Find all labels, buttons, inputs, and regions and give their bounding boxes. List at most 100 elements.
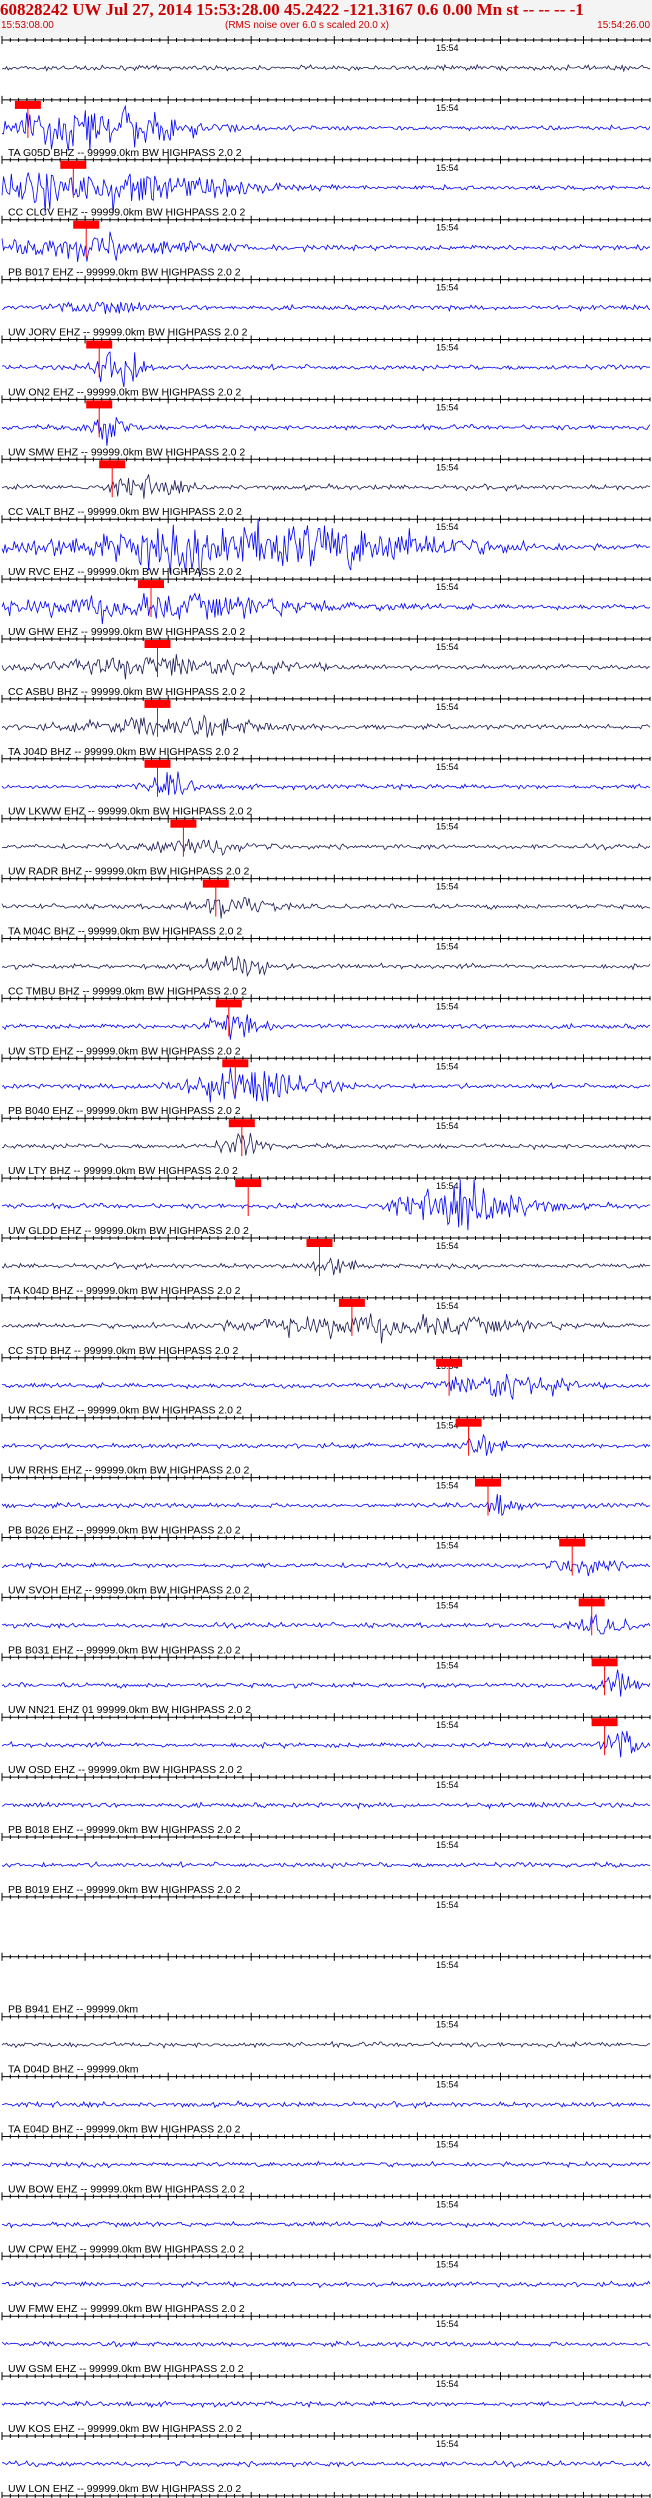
station-label: UW SMW EHZ -- 99999.0km BW HIGHPASS 2.0 … <box>8 446 245 458</box>
trace-row: 15:54 TA J04D BHZ -- 99999.0km BW HIGHPAS… <box>1 694 651 758</box>
trace-row: 15:54 CC ASBU BHZ -- 99999.0km BW HIGHPAS… <box>1 635 651 698</box>
station-label: UW GLDD EHZ -- 99999.0km BW HIGHPASS 2.0… <box>8 1225 249 1237</box>
seismogram-panel: 15:54 15:54 TA G05D BHZ -- 99999.0km BW HI… <box>0 0 652 2498</box>
minute-label: 15:54 <box>436 223 459 233</box>
station-label: UW LTY BHZ -- 99999.0km BW HIGHPASS 2.0 … <box>8 1165 238 1177</box>
minute-label: 15:54 <box>436 1481 459 1491</box>
station-label: PB B040 EHZ -- 99999.0km BW HIGHPASS 2.0… <box>8 1105 241 1117</box>
waveform <box>1 1801 651 1810</box>
trace-row: 15:54 UW LTY BHZ -- 99999.0km BW HIGHPASS… <box>1 1114 651 1177</box>
trace-row: 15:54 UW LKWW EHZ -- 99999.0km BW HIGHPAS… <box>1 754 651 818</box>
pick-flag <box>475 1478 501 1487</box>
station-label: TA M04C BHZ -- 99999.0km BW HIGHPASS 2.0… <box>8 926 242 938</box>
trace-row: 15:54 TA M04C BHZ -- 99999.0km BW HIGHPAS… <box>1 874 651 938</box>
trace-row: 15:54 PB B019 EHZ -- 99999.0km BW HIGHPAS… <box>1 1833 651 1896</box>
waveform <box>1 2220 651 2229</box>
pick-flag <box>222 1059 249 1068</box>
trace-row: 15:54 UW LON EHZ -- 99999.0km BW HIGHPASS… <box>1 2432 651 2495</box>
waveform <box>2 2100 651 2110</box>
trace-row: 15:54 CC CLCV EHZ -- 99999.0km BW HIGHPAS… <box>1 155 651 219</box>
station-label: PB B019 EHZ -- 99999.0km BW HIGHPASS 2.0… <box>8 1884 241 1896</box>
minute-label: 15:54 <box>436 2439 459 2449</box>
minute-label: 15:54 <box>436 2319 459 2329</box>
waveform <box>2 1014 651 1040</box>
minute-label: 15:54 <box>436 702 459 712</box>
station-label: CC STD BHZ -- 99999.0km BW HIGHPASS 2.0 … <box>8 1345 238 1357</box>
station-label: CC TMBU BHZ -- 99999.0km BW HIGHPASS 2.0… <box>8 985 247 997</box>
station-label: UW FMW EHZ -- 99999.0km BW HIGHPASS 2.0 … <box>8 2303 245 2315</box>
waveform <box>1 1313 651 1344</box>
pick-flag <box>436 1358 463 1367</box>
trace-row: 15:54 UW SMW EHZ -- 99999.0km BW HIGHPASS… <box>1 395 651 458</box>
trace-row: 15:54 UW STD EHZ -- 99999.0km BW HIGHPASS… <box>1 994 651 1057</box>
waveform <box>1 63 651 73</box>
waveform <box>1 2160 651 2169</box>
waveform <box>1 1613 651 1635</box>
pick-flag <box>215 999 242 1008</box>
waveform <box>1 1373 651 1400</box>
pick-flag <box>60 160 87 169</box>
trace-canvas: 15:54 15:54 TA G05D BHZ -- 99999.0km BW HI… <box>1 36 651 2498</box>
trace-row: 15:54 UW GHW EHZ -- 99999.0km BW HIGHPASS… <box>1 575 651 638</box>
minute-label: 15:54 <box>436 1541 459 1551</box>
station-label: UW KOS EHZ -- 99999.0km BW HIGHPASS 2.0 … <box>8 2423 242 2435</box>
station-label: UW SVOH EHZ -- 99999.0km BW HIGHPASS 2.0… <box>8 1584 250 1596</box>
trace-row: 15:54 PB B040 EHZ -- 99999.0km BW HIGHPAS… <box>1 1054 651 1117</box>
waveform <box>1 1494 651 1517</box>
station-label: UW LKWW EHZ -- 99999.0km BW HIGHPASS 2.0… <box>8 806 252 818</box>
station-label: UW GSM EHZ -- 99999.0km BW HIGHPASS 2.0 … <box>8 2363 244 2375</box>
station-label: UW RVC EHZ -- 99999.0km BW HIGHPASS 2.0 … <box>8 566 242 578</box>
station-label: TA K04D BHZ -- 99999.0km BW HIGHPASS 2.0… <box>8 1285 241 1297</box>
trace-row: 15:54 UW RVC EHZ -- 99999.0km BW HIGHPASS… <box>1 515 651 578</box>
minute-label: 15:54 <box>436 2199 459 2209</box>
minute-label: 15:54 <box>436 2140 459 2150</box>
waveform <box>1 1730 651 1758</box>
trace-row: 15:54 UW GSM EHZ -- 99999.0km BW HIGHPASS… <box>1 2312 651 2375</box>
trace-row: 15:54 <box>1 36 651 73</box>
station-label: PB B031 EHZ -- 99999.0km BW HIGHPASS 2.0… <box>8 1644 241 1656</box>
minute-label: 15:54 <box>436 283 459 293</box>
minute-label: 15:54 <box>436 1001 459 1011</box>
pick-flag <box>86 400 113 409</box>
station-label: UW BOW EHZ -- 99999.0km BW HIGHPASS 2.0 … <box>8 2183 245 2195</box>
minute-label: 15:54 <box>436 462 459 472</box>
minute-label: 15:54 <box>436 522 459 532</box>
pick-flag <box>14 100 41 109</box>
trace-row: 15:54 TA D04D BHZ -- 99999.0km <box>1 2012 651 2076</box>
minute-label: 15:54 <box>436 1660 459 1670</box>
minute-label: 15:54 <box>436 1900 459 1910</box>
station-label: PB B018 EHZ -- 99999.0km BW HIGHPASS 2.0… <box>8 1824 241 1836</box>
trace-row: 15:54 UW KOS EHZ -- 99999.0km BW HIGHPASS… <box>1 2372 651 2435</box>
minute-label: 15:54 <box>436 1061 459 1071</box>
waveform <box>1 1669 651 1697</box>
station-label: PB B017 EHZ -- 99999.0km BW HIGHPASS 2.0… <box>8 267 241 279</box>
trace-row: 15:54 UW BOW EHZ -- 99999.0km BW HIGHPASS… <box>1 2132 651 2195</box>
waveform <box>1 838 651 856</box>
waveform <box>1 104 651 151</box>
waveform <box>1 1559 651 1577</box>
station-label: TA E04D BHZ -- 99999.0km BW HIGHPASS 2.0… <box>8 2124 241 2136</box>
pick-flag <box>228 1119 255 1128</box>
waveform <box>1 1179 651 1231</box>
minute-label: 15:54 <box>436 103 459 113</box>
minute-label: 15:54 <box>436 882 459 892</box>
waveform <box>1 771 651 796</box>
minute-label: 15:54 <box>436 2020 459 2030</box>
station-label: CC CLCV EHZ -- 99999.0km BW HIGHPASS 2.0… <box>8 207 245 219</box>
trace-row: 15:54 PB B941 EHZ -- 99999.0km <box>1 1952 651 2016</box>
minute-label: 15:54 <box>436 582 459 592</box>
pick-flag <box>144 640 171 648</box>
waveform <box>1 2040 650 2049</box>
station-label: CC ASBU BHZ -- 99999.0km BW HIGHPASS 2.0… <box>8 686 245 698</box>
pick-flag <box>559 1538 586 1547</box>
pick-flag <box>591 1658 618 1667</box>
trace-row: 15:54 UW RRHS EHZ -- 99999.0km BW HIGHPAS… <box>1 1413 651 1477</box>
minute-label: 15:54 <box>436 1960 459 1970</box>
minute-label: 15:54 <box>436 762 459 772</box>
waveform <box>1 1257 651 1276</box>
trace-row: 15:54 UW JORV EHZ -- 99999.0km BW HIGHPAS… <box>1 275 651 339</box>
trace-row: 15:54 UW NN21 EHZ 01 99999.0km BW HIGHPAS… <box>1 1653 651 1716</box>
station-label: UW RCS EHZ -- 99999.0km BW HIGHPASS 2.0 … <box>8 1405 242 1417</box>
trace-row: 15:54 CC VALT BHZ -- 99999.0km BW HIGHPAS… <box>1 455 651 518</box>
waveform <box>1 2400 651 2409</box>
